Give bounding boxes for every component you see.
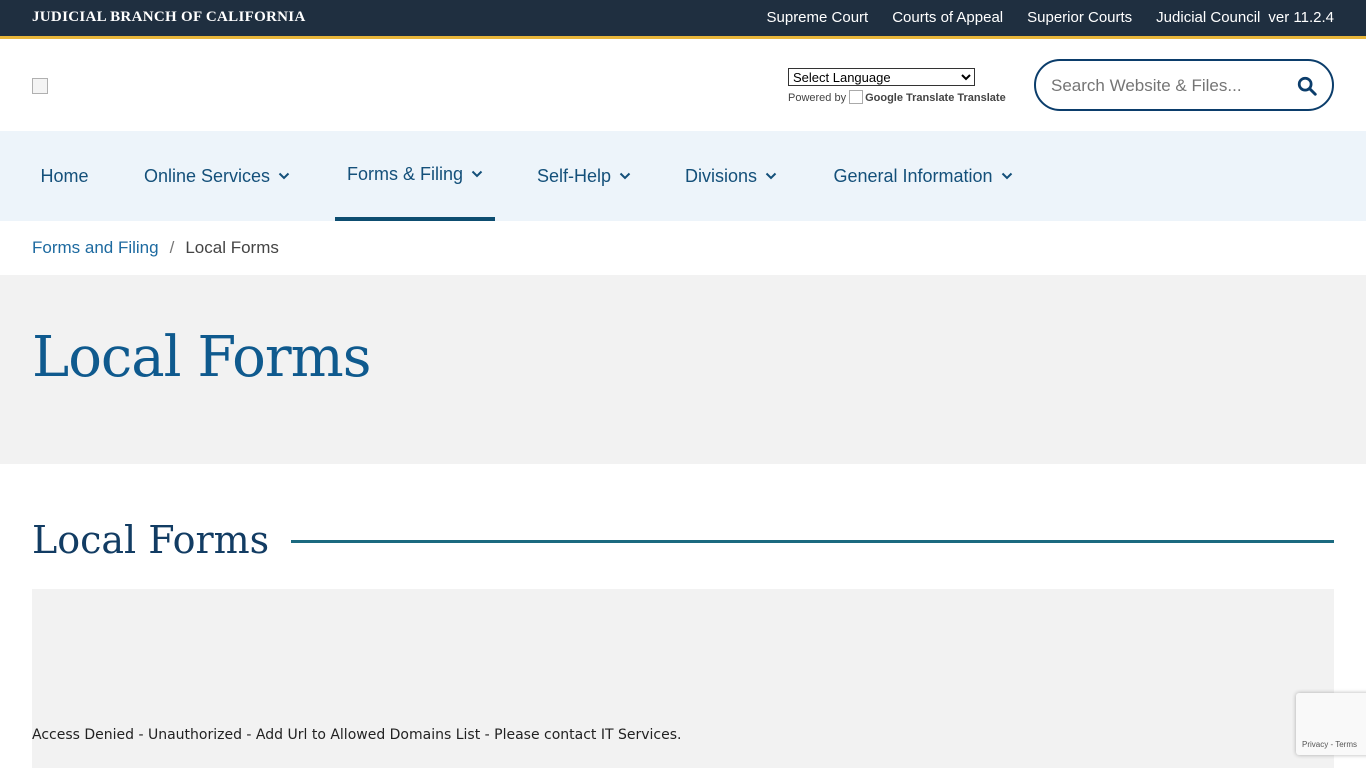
access-denied-message: Access Denied - Unauthorized - Add Url t… [32, 727, 682, 743]
chevron-down-icon [278, 172, 290, 180]
nav-divisions-label: Divisions [684, 165, 758, 186]
nav-home[interactable]: Home [32, 131, 97, 221]
language-select[interactable]: Select Language [788, 68, 975, 86]
recaptcha-privacy-link[interactable]: Privacy [1302, 740, 1328, 749]
recaptcha-badge[interactable]: Privacy - Terms [1296, 693, 1366, 755]
breadcrumb-current: Local Forms [185, 238, 279, 257]
court-links: Supreme Court Courts of Appeal Superior … [743, 9, 1335, 26]
nav-divisions[interactable]: Divisions [676, 131, 786, 221]
nav-general-information[interactable]: General Information [822, 131, 1024, 221]
page-hero: Local Forms [0, 275, 1366, 464]
link-superior-courts[interactable]: Superior Courts [1027, 9, 1132, 26]
powered-by-google: Powered by Google Translate Translate [788, 90, 1028, 104]
search-input[interactable] [1049, 73, 1278, 99]
chevron-down-icon [765, 172, 777, 180]
link-courts-of-appeal[interactable]: Courts of Appeal [892, 9, 1003, 26]
section-title: Local Forms [32, 518, 270, 562]
nav-forms-filing-label: Forms & Filing [346, 163, 463, 184]
top-utility-bar: JUDICIAL BRANCH OF CALIFORNIA Supreme Co… [0, 0, 1366, 39]
google-logo-broken-image [849, 90, 864, 104]
version-label: ver 11.2.4 [1268, 9, 1334, 26]
site-search [1034, 59, 1334, 111]
nav-online-services[interactable]: Online Services [133, 131, 301, 221]
link-supreme-court[interactable]: Supreme Court [767, 9, 869, 26]
link-judicial-council[interactable]: Judicial Council [1156, 9, 1260, 26]
recaptcha-separator: - [1330, 740, 1334, 749]
site-brand[interactable]: JUDICIAL BRANCH OF CALIFORNIA [32, 9, 306, 26]
google-translate-widget: Select Language Powered by Google Transla… [788, 68, 1028, 104]
nav-forms-filing[interactable]: Forms & Filing [335, 131, 495, 221]
nav-self-help[interactable]: Self-Help [527, 131, 641, 221]
nav-self-help-label: Self-Help [536, 165, 612, 186]
google-translate-label[interactable]: Google Translate [865, 92, 954, 104]
forms-content-panel: Access Denied - Unauthorized - Add Url t… [32, 589, 1334, 768]
breadcrumb-separator: / [169, 238, 175, 257]
breadcrumb: Forms and Filing / Local Forms [32, 238, 279, 258]
recaptcha-legal: Privacy - Terms [1302, 740, 1357, 749]
powered-by-label: Powered by [788, 92, 847, 104]
recaptcha-terms-link[interactable]: Terms [1335, 740, 1357, 749]
chevron-down-icon [619, 172, 631, 180]
translate-link[interactable]: Translate [957, 92, 1005, 104]
nav-home-label: Home [40, 165, 89, 186]
main-navigation: Home Online Services Forms & Filing Self… [0, 131, 1366, 221]
nav-online-services-label: Online Services [143, 165, 271, 186]
chevron-down-icon [1001, 172, 1012, 180]
search-icon[interactable] [1296, 75, 1318, 97]
page-title: Local Forms [32, 325, 371, 390]
breadcrumb-forms-and-filing[interactable]: Forms and Filing [32, 238, 159, 257]
chevron-down-icon [471, 170, 483, 178]
section-divider [291, 540, 1334, 543]
nav-general-information-label: General Information [833, 165, 993, 186]
court-logo-broken-image[interactable] [32, 78, 48, 94]
